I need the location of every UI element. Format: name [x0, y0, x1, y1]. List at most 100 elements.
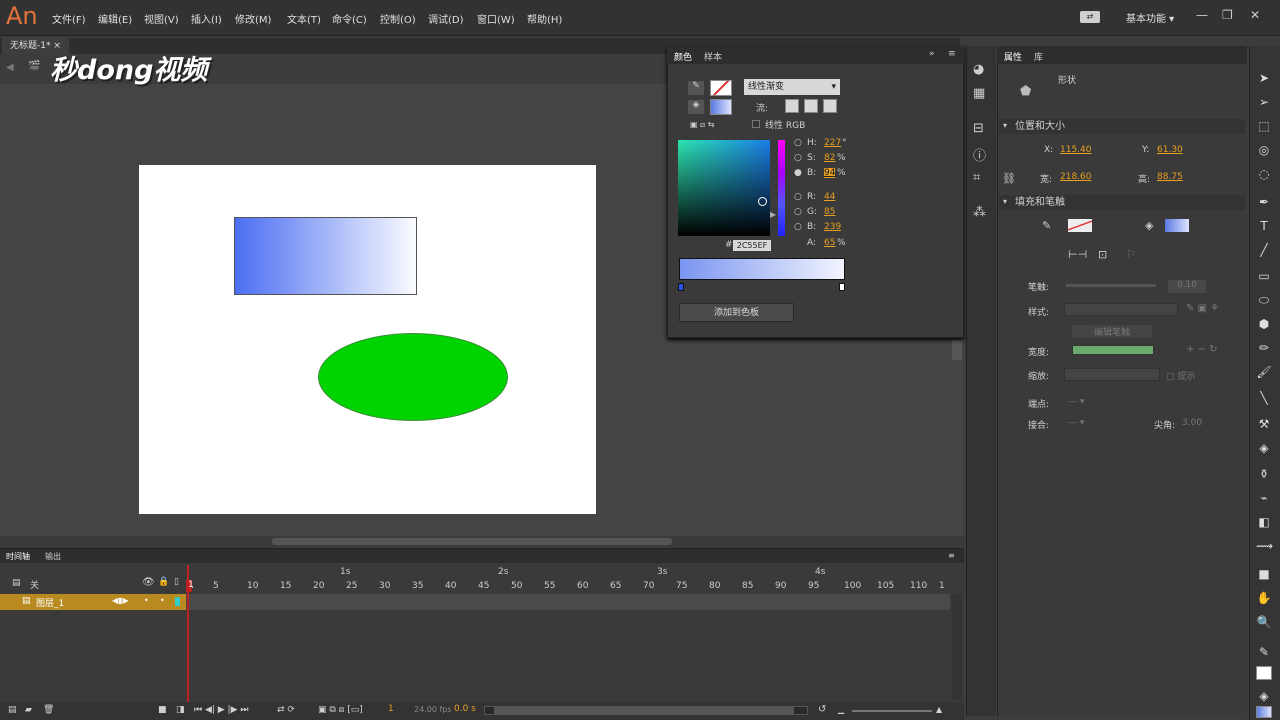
width-tool-icon[interactable]: ⟿	[1256, 538, 1273, 554]
new-folder-icon[interactable]: ▰	[25, 705, 32, 715]
onion-skin-icons[interactable]: ▣ ⧉ ⧈ [▭]	[318, 705, 363, 715]
y-value[interactable]: 61.30	[1157, 145, 1183, 155]
workspace-switcher[interactable]: 基本功能 ▾	[1126, 10, 1174, 25]
saturation-value[interactable]: 82	[824, 153, 835, 163]
paint-bucket-tool-icon[interactable]: ◈	[1256, 440, 1272, 456]
stroke-pencil-icon[interactable]: ✎	[688, 81, 704, 95]
flow-reflect-button[interactable]	[804, 99, 818, 113]
menu-insert[interactable]: 插入(I)	[191, 11, 222, 26]
lock-ratio-icon[interactable]: ⛓	[1002, 172, 1016, 185]
fps-value[interactable]: 24.00 fps	[414, 705, 452, 714]
timeline-menu-icon[interactable]: ≡	[948, 551, 955, 560]
layer-color-chip[interactable]	[175, 597, 180, 606]
flow-extend-button[interactable]	[785, 99, 799, 113]
paint-brush-tool-icon[interactable]: ╲	[1256, 390, 1272, 406]
sync-settings-icon[interactable]: ⇄	[1080, 11, 1100, 23]
timeline-vertical-scrollbar[interactable]	[952, 594, 962, 700]
oval-tool-icon[interactable]: ⬭	[1256, 292, 1272, 308]
brightness-value[interactable]: 94	[824, 168, 836, 178]
loop-icon[interactable]: ⇄ ⟳	[277, 705, 295, 715]
center-frame-icon[interactable]: ↺	[818, 704, 826, 715]
menu-window[interactable]: 窗口(W)	[477, 11, 515, 26]
menu-debug[interactable]: 调试(D)	[428, 11, 464, 26]
green-ellipse-shape[interactable]	[318, 333, 508, 421]
menu-file[interactable]: 文件(F)	[52, 11, 86, 26]
object-drawing-icon[interactable]: ⊡	[1098, 248, 1107, 261]
fill-type-select[interactable]: 线性渐变 ▾	[744, 79, 840, 95]
gradient-stop-right[interactable]	[839, 283, 845, 291]
stroke-value[interactable]: 0.10	[1168, 280, 1206, 293]
alpha-value[interactable]: 65	[824, 238, 835, 248]
menu-help[interactable]: 帮助(H)	[527, 11, 562, 26]
stroke-color-chip[interactable]	[1256, 666, 1272, 680]
delete-layer-icon[interactable]: 🗑	[43, 705, 54, 715]
selection-tool-icon[interactable]: ➤	[1256, 70, 1272, 86]
back-arrow-icon[interactable]: ◀	[6, 62, 14, 73]
menu-view[interactable]: 视图(V)	[144, 11, 179, 26]
width-profile-select[interactable]	[1072, 345, 1154, 355]
gradient-stop-left[interactable]	[678, 283, 684, 291]
hint-checkbox[interactable]: ▢ 提示	[1166, 369, 1195, 382]
width-profile-buttons-icon[interactable]: + − ↻	[1186, 344, 1218, 355]
collapse-panel-icon[interactable]: »	[929, 49, 935, 59]
close-icon[interactable]: ✕	[1250, 8, 1260, 22]
zoom-out-timeline-icon[interactable]: ▁	[838, 705, 844, 714]
eyedropper-tool-icon[interactable]: ⌁	[1256, 490, 1272, 506]
layer-row[interactable]: ▤ 图层_1 ◀▮▶ • •	[0, 594, 186, 610]
current-frame-value[interactable]: 1	[388, 704, 394, 714]
zoom-in-timeline-icon[interactable]: ▲	[936, 705, 942, 714]
align-icon[interactable]: ⊟	[973, 121, 984, 136]
stroke-color-swatch[interactable]	[710, 80, 732, 96]
camera-toggle-icon[interactable]: ■	[158, 705, 167, 715]
fill-color-chip[interactable]	[1256, 706, 1272, 718]
timeline-zoom-slider[interactable]	[852, 710, 932, 712]
green-value[interactable]: 85	[824, 207, 835, 217]
section-position-size[interactable]: 位置和大小	[999, 119, 1245, 134]
pen-tool-icon[interactable]: ✒	[1256, 194, 1272, 210]
pencil-tool-icon[interactable]: ✏	[1256, 340, 1272, 356]
vertical-scroll-thumb[interactable]	[952, 340, 962, 360]
eye-icon[interactable]: 👁	[142, 577, 155, 588]
tab-properties[interactable]: 属性	[1004, 50, 1022, 63]
hue-slider-arrow-icon[interactable]: ▶	[770, 210, 776, 219]
playback-controls[interactable]: ⏮ ◀| ▶ |▶ ⏭	[194, 705, 248, 715]
tab-library[interactable]: 库	[1034, 50, 1043, 63]
3d-rotation-tool-icon[interactable]: ◎	[1256, 142, 1272, 158]
tab-timeline[interactable]: 时间轴	[6, 551, 30, 562]
line-tool-icon[interactable]: ╱	[1256, 242, 1272, 258]
add-to-swatches-button[interactable]: 添加到色板	[679, 303, 794, 322]
text-tool-icon[interactable]: T	[1256, 218, 1272, 234]
stroke-color-swatch[interactable]	[1068, 219, 1092, 232]
scale-select[interactable]	[1064, 368, 1160, 381]
components-icon[interactable]: ⁂	[973, 205, 986, 220]
red-value[interactable]: 44	[824, 192, 835, 202]
layer-nav-icon[interactable]: ◀▮▶	[112, 596, 129, 605]
subselection-tool-icon[interactable]: ➢	[1256, 94, 1272, 110]
linear-rgb-checkbox[interactable]	[752, 120, 760, 128]
fill-color-tool-icon[interactable]: ◈	[1256, 688, 1272, 704]
info-icon[interactable]: ⓘ	[973, 145, 986, 164]
fill-color-swatch[interactable]	[710, 99, 732, 115]
zoom-tool-icon[interactable]: 🔍	[1256, 614, 1272, 630]
edit-stroke-pencil-icon[interactable]: ✎ ▣ ⚘	[1186, 303, 1219, 314]
lock-icon[interactable]: 🔒	[158, 577, 169, 587]
lasso-tool-icon[interactable]: ◌	[1256, 166, 1272, 182]
scene-clapper-icon[interactable]: 🎬	[28, 61, 40, 72]
cap-select[interactable]: — ▾	[1068, 397, 1084, 407]
restore-icon[interactable]: ❐	[1222, 8, 1233, 22]
color-panel-icon[interactable]: ◕	[973, 62, 984, 77]
miter-value[interactable]: 3.00	[1182, 418, 1202, 428]
join-select[interactable]: — ▾	[1068, 418, 1084, 428]
menu-commands[interactable]: 命令(C)	[332, 11, 367, 26]
gradient-definition-bar[interactable]	[679, 258, 845, 280]
collapse-arrow-icon[interactable]: ▾	[1003, 197, 1007, 206]
edit-stroke-button[interactable]: 编辑笔触	[1072, 325, 1152, 338]
camera-tool-icon[interactable]: ■	[1256, 566, 1272, 582]
layer-lock-dot[interactable]: •	[160, 596, 165, 605]
collapse-arrow-icon[interactable]: ▾	[1003, 121, 1007, 130]
frame-ruler[interactable]: 1510152025303540455055606570758085909510…	[186, 581, 950, 593]
menu-edit[interactable]: 编辑(E)	[98, 11, 132, 26]
layer-name[interactable]: 图层_1	[36, 596, 64, 609]
stroke-color-tool-icon[interactable]: ✎	[1256, 644, 1272, 660]
tab-swatches[interactable]: 样本	[704, 50, 722, 63]
